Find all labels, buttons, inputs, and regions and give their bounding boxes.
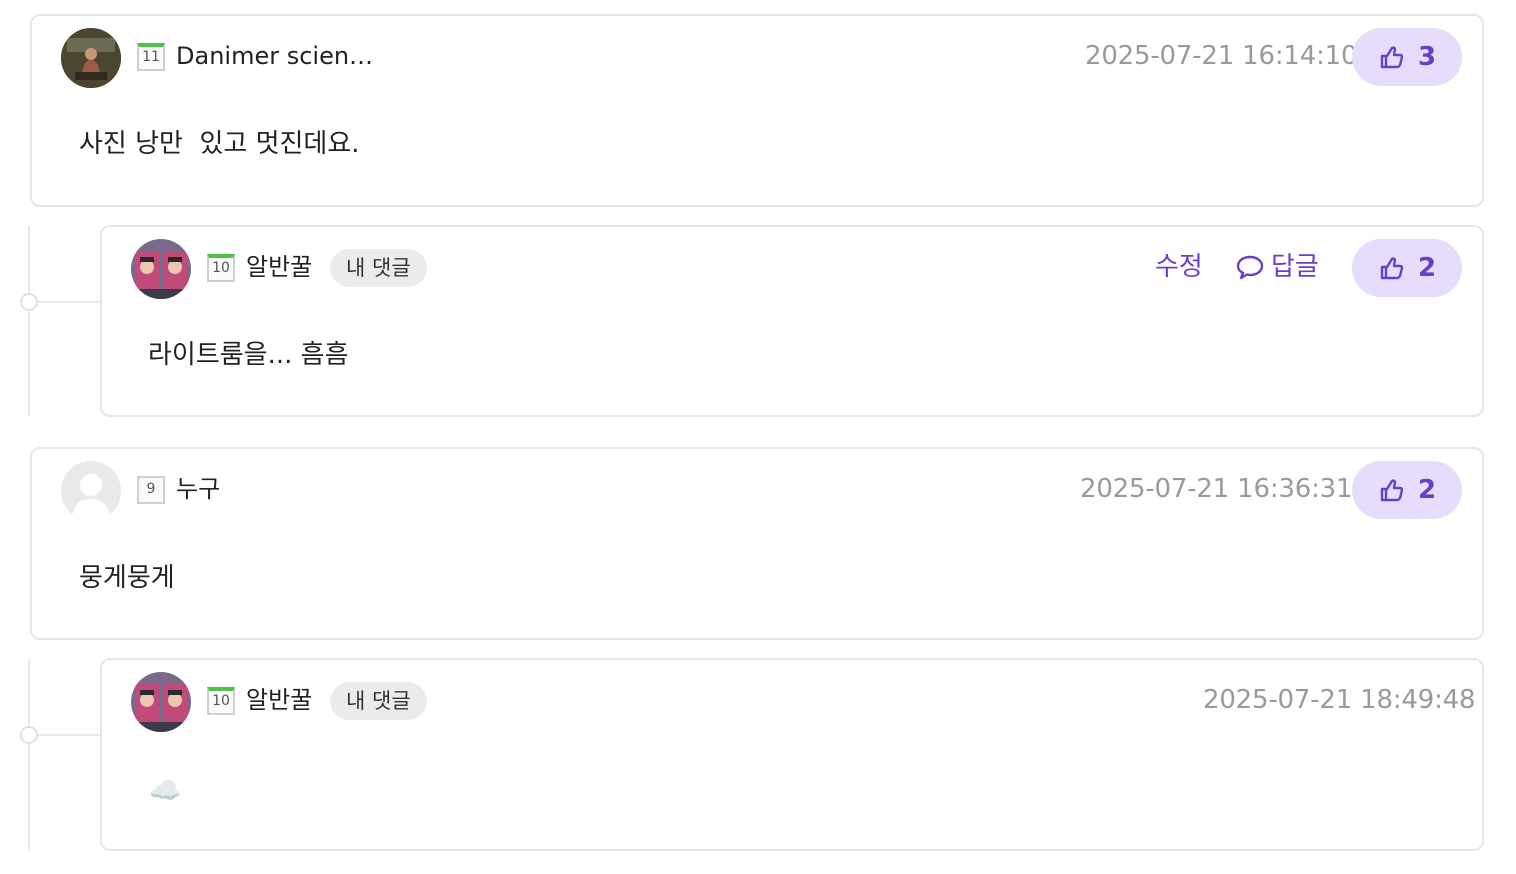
default-user-icon[interactable] — [61, 461, 121, 521]
avatar-photo — [131, 672, 191, 732]
reply-card: 10 알반꿀 내 댓글 수정 답글 2 라이트룸을... 흠흠 — [100, 225, 1484, 417]
thread-dot — [20, 293, 38, 311]
comment-author[interactable]: 누구 — [176, 471, 220, 507]
avatar-photo — [131, 239, 191, 299]
default-user-icon — [61, 461, 121, 521]
my-comment-badge: 내 댓글 — [330, 249, 427, 287]
comment-body: 라이트룸을... 흠흠 — [148, 340, 349, 370]
reply-card: 10 알반꿀 내 댓글 2025-07-21 18:49:48 ☁️ — [100, 658, 1484, 851]
comment-card: 9 누구 2025-07-21 16:36:31 2 뭉게뭉게 — [30, 447, 1484, 640]
user-level-badge: 11 — [137, 43, 165, 71]
like-count: 2 — [1417, 253, 1437, 283]
comment-author[interactable]: Danimer scien… — [176, 38, 373, 74]
user-level-badge: 10 — [207, 254, 235, 282]
comment-author[interactable]: 알반꿀 — [246, 249, 312, 285]
user-level-badge: 9 — [137, 476, 165, 504]
thread-elbow — [29, 301, 101, 303]
like-button[interactable]: 3 — [1352, 28, 1462, 86]
comment-card: 11 Danimer scien… 2025-07-21 16:14:10 3 … — [30, 14, 1484, 207]
comment-body: 뭉게뭉게 — [79, 563, 175, 593]
user-level-badge: 10 — [207, 687, 235, 715]
cloud-emoji: ☁️ — [149, 776, 182, 806]
thread-dot — [20, 726, 38, 744]
thread-line — [28, 226, 30, 416]
like-count: 2 — [1417, 475, 1437, 505]
thumbs-up-icon — [1380, 46, 1404, 69]
user-avatar[interactable] — [131, 672, 191, 732]
avatar-photo — [61, 28, 121, 88]
thread-elbow — [29, 734, 101, 736]
reply-label: 답글 — [1271, 252, 1319, 282]
reply-button[interactable]: 답글 — [1235, 249, 1319, 285]
comment-author[interactable]: 알반꿀 — [246, 682, 312, 718]
user-avatar[interactable] — [61, 28, 121, 88]
like-count: 3 — [1417, 42, 1437, 72]
user-avatar[interactable] — [131, 239, 191, 299]
thumbs-up-icon — [1380, 257, 1404, 280]
like-button[interactable]: 2 — [1352, 239, 1462, 297]
speech-bubble-icon — [1236, 255, 1264, 280]
comment-list: 11 Danimer scien… 2025-07-21 16:14:10 3 … — [0, 0, 1516, 874]
comment-timestamp: 2025-07-21 18:49:48 — [1203, 685, 1476, 715]
edit-button[interactable]: 수정 — [1155, 249, 1203, 285]
thread-line — [28, 659, 30, 851]
thumbs-up-icon — [1380, 479, 1404, 502]
like-button[interactable]: 2 — [1352, 461, 1462, 519]
my-comment-badge: 내 댓글 — [330, 682, 427, 720]
comment-body: 사진 낭만 있고 멋진데요. — [79, 129, 360, 159]
comment-timestamp: 2025-07-21 16:36:31 — [1080, 474, 1353, 504]
comment-timestamp: 2025-07-21 16:14:10 — [1085, 41, 1358, 71]
